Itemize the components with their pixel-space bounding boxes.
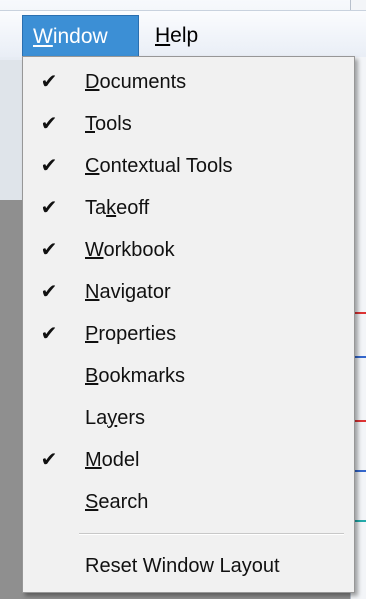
checkmark-icon: ✔ [40, 449, 58, 471]
checkmark-icon: ✔ [40, 323, 58, 345]
menu-item-workbook[interactable]: ✔ Workbook [23, 229, 354, 271]
menu-item-label: Takeoff [85, 197, 150, 219]
menu-item-takeoff[interactable]: ✔ Takeoff [23, 187, 354, 229]
menu-help-label: Help [155, 24, 199, 47]
menu-item-label: Navigator [85, 281, 171, 303]
menu-item-contextual-tools[interactable]: ✔ Contextual Tools [23, 145, 354, 187]
menu-window[interactable]: Window [22, 15, 139, 57]
menu-item-tools[interactable]: ✔ Tools [23, 103, 354, 145]
window-dropdown-menu: ✔ Documents ✔ Tools ✔ Contextual Tools ✔ Takeof… [22, 56, 355, 593]
menu-item-label: Layers [85, 407, 146, 429]
menu-item-bookmarks[interactable]: Bookmarks [23, 355, 354, 397]
menu-bar: Window Help [0, 10, 366, 57]
checkmark-icon: ✔ [40, 155, 58, 177]
checkmark-icon: ✔ [40, 71, 58, 93]
menu-item-label: Reset Window Layout [85, 555, 280, 577]
menu-item-label: Properties [85, 323, 177, 345]
checkmark-icon: ✔ [40, 239, 58, 261]
checkmark-icon: ✔ [40, 281, 58, 303]
menu-item-documents[interactable]: ✔ Documents [23, 61, 354, 103]
menu-item-search[interactable]: Search [23, 481, 354, 523]
menu-item-label: Workbook [85, 239, 175, 261]
menu-item-label: Documents [85, 71, 187, 93]
checkmark-icon: ✔ [40, 197, 58, 219]
menu-item-label: Model [85, 449, 140, 471]
menu-item-label: Search [85, 491, 149, 513]
menu-item-label: Bookmarks [85, 365, 186, 387]
menu-item-layers[interactable]: Layers [23, 397, 354, 439]
checkmark-icon: ✔ [40, 113, 58, 135]
menu-window-label: Window [33, 25, 108, 48]
window-menu-list: ✔ Documents ✔ Tools ✔ Contextual Tools ✔ Takeof… [23, 61, 354, 587]
menu-item-properties[interactable]: ✔ Properties [23, 313, 354, 355]
menu-item-label: Tools [85, 113, 132, 135]
menu-item-model[interactable]: ✔ Model [23, 439, 354, 481]
menu-help[interactable]: Help [145, 15, 215, 57]
menu-separator [79, 533, 344, 535]
menu-item-navigator[interactable]: ✔ Navigator [23, 271, 354, 313]
menu-item-reset-window-layout[interactable]: Reset Window Layout [23, 545, 354, 587]
menu-item-label: Contextual Tools [85, 155, 233, 177]
